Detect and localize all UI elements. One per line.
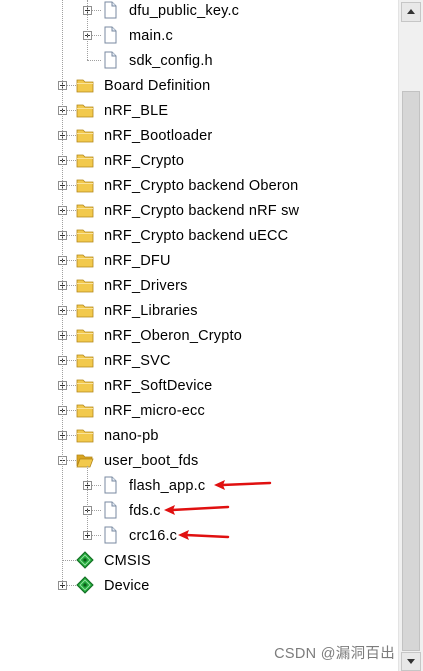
tree-item-label: nano-pb <box>104 428 159 444</box>
tree-item-label: nRF_Bootloader <box>104 128 213 144</box>
component-diamond-icon <box>76 551 94 569</box>
folder-icon <box>76 376 94 394</box>
tree-item-nrf-drivers[interactable]: nRF_Drivers <box>0 274 398 299</box>
tree-item-label: sdk_config.h <box>129 53 213 69</box>
scroll-thumb[interactable] <box>402 91 420 651</box>
tree-item-board-definition[interactable]: Board Definition <box>0 74 398 99</box>
tree-item-nrf-ble[interactable]: nRF_BLE <box>0 99 398 124</box>
folder-icon <box>76 426 94 444</box>
file-icon <box>101 526 119 544</box>
tree-item-sdk-config-h[interactable]: sdk_config.h <box>0 49 398 74</box>
tree-guide-level1 <box>62 0 63 585</box>
folder-icon <box>76 151 94 169</box>
tree-item-nrf-crypto-backend-oberon[interactable]: nRF_Crypto backend Oberon <box>0 174 398 199</box>
tree-item-label: nRF_BLE <box>104 103 169 119</box>
tree-item-label: fds.c <box>129 503 161 519</box>
tree-item-label: nRF_SVC <box>104 353 171 369</box>
folder-open-icon <box>76 451 94 469</box>
tree-item-dfu-public-key-c[interactable]: dfu_public_key.c <box>0 0 398 24</box>
folder-icon <box>76 176 94 194</box>
file-icon <box>101 501 119 519</box>
folder-icon <box>76 301 94 319</box>
tree-guide-level2-user-boot-fds <box>87 466 88 535</box>
tree-item-nrf-bootloader[interactable]: nRF_Bootloader <box>0 124 398 149</box>
file-icon <box>101 51 119 69</box>
tree-item-label: flash_app.c <box>129 478 206 494</box>
watermark: CSDN @漏洞百出 <box>274 646 395 662</box>
tree-item-user-boot-fds[interactable]: user_boot_fds <box>0 449 398 474</box>
up-arrow-icon <box>407 9 415 14</box>
folder-icon <box>76 201 94 219</box>
tree-connector <box>87 60 101 61</box>
tree-item-nrf-oberon-crypto[interactable]: nRF_Oberon_Crypto <box>0 324 398 349</box>
tree-item-label: Device <box>104 578 150 594</box>
folder-icon <box>76 226 94 244</box>
project-tree: dfu_public_key.c main.c sdk_config.h Board … <box>0 0 398 671</box>
folder-icon <box>76 76 94 94</box>
tree-item-label: crc16.c <box>129 528 178 544</box>
tree-item-label: nRF_SoftDevice <box>104 378 213 394</box>
tree-item-label: nRF_DFU <box>104 253 171 269</box>
tree-item-nrf-libraries[interactable]: nRF_Libraries <box>0 299 398 324</box>
folder-icon <box>76 401 94 419</box>
tree-item-nrf-svc[interactable]: nRF_SVC <box>0 349 398 374</box>
tree-item-label: user_boot_fds <box>104 453 199 469</box>
down-arrow-icon <box>407 659 415 664</box>
folder-icon <box>76 276 94 294</box>
tree-item-cmsis[interactable]: CMSIS <box>0 549 398 574</box>
folder-icon <box>76 326 94 344</box>
tree-item-nrf-dfu[interactable]: nRF_DFU <box>0 249 398 274</box>
tree-item-label: main.c <box>129 28 173 44</box>
file-icon <box>101 476 119 494</box>
vertical-scrollbar[interactable] <box>398 0 423 671</box>
component-diamond-icon <box>76 576 94 594</box>
tree-item-label: nRF_Crypto backend nRF sw <box>104 203 300 219</box>
tree-item-label: nRF_Crypto backend uECC <box>104 228 289 244</box>
tree-item-main-c[interactable]: main.c <box>0 24 398 49</box>
tree-item-fds-c[interactable]: fds.c <box>0 499 398 524</box>
tree-connector <box>62 560 76 561</box>
tree-item-label: nRF_Drivers <box>104 278 188 294</box>
tree-item-nrf-crypto[interactable]: nRF_Crypto <box>0 149 398 174</box>
file-icon <box>101 26 119 44</box>
folder-icon <box>76 101 94 119</box>
tree-item-flash-app-c[interactable]: flash_app.c <box>0 474 398 499</box>
folder-icon <box>76 251 94 269</box>
tree-guide-level2-top <box>87 0 88 60</box>
tree-item-label: CMSIS <box>104 553 151 569</box>
tree-item-label: nRF_Crypto <box>104 153 185 169</box>
tree-item-label: nRF_Oberon_Crypto <box>104 328 242 344</box>
folder-icon <box>76 351 94 369</box>
scroll-up-button[interactable] <box>401 2 421 22</box>
tree-item-nrf-micro-ecc[interactable]: nRF_micro-ecc <box>0 399 398 424</box>
scroll-down-button[interactable] <box>401 652 421 671</box>
tree-item-label: nRF_Crypto backend Oberon <box>104 178 299 194</box>
tree-item-nano-pb[interactable]: nano-pb <box>0 424 398 449</box>
tree-item-label: nRF_micro-ecc <box>104 403 205 419</box>
tree-item-nrf-crypto-backend-uecc[interactable]: nRF_Crypto backend uECC <box>0 224 398 249</box>
tree-item-label: dfu_public_key.c <box>129 3 240 19</box>
tree-item-label: Board Definition <box>104 78 211 94</box>
folder-icon <box>76 126 94 144</box>
tree-item-crc16-c[interactable]: crc16.c <box>0 524 398 549</box>
tree-item-nrf-softdevice[interactable]: nRF_SoftDevice <box>0 374 398 399</box>
file-icon <box>101 1 119 19</box>
tree-item-label: nRF_Libraries <box>104 303 198 319</box>
tree-item-nrf-crypto-backend-nrf-sw[interactable]: nRF_Crypto backend nRF sw <box>0 199 398 224</box>
tree-item-device[interactable]: Device <box>0 574 398 599</box>
